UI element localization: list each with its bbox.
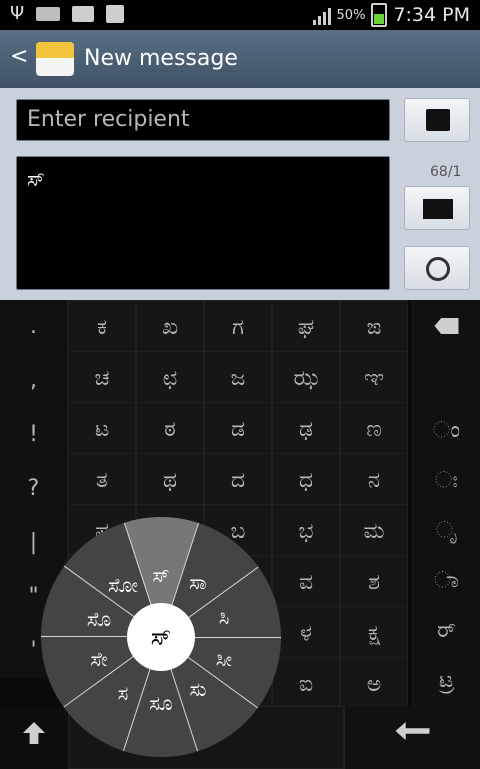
key-letter[interactable]: ಳ — [272, 606, 340, 658]
mail-icon — [72, 6, 94, 22]
key-letter[interactable]: ತ — [68, 453, 136, 505]
key-visarga[interactable]: ◌ಃ — [412, 454, 480, 504]
send-button[interactable] — [404, 186, 470, 230]
key-letter[interactable]: ಛ — [136, 351, 204, 403]
key-letter[interactable]: ಭ — [272, 504, 340, 556]
send-icon — [423, 199, 453, 219]
status-right: 50% 7:34 PM — [312, 3, 470, 27]
key-letter[interactable]: ಧ — [272, 453, 340, 505]
key-vowel-sign-aa[interactable]: ◌ಾ — [412, 554, 480, 604]
key-letter[interactable]: ಥ — [136, 453, 204, 505]
title-bar: < New message — [0, 30, 480, 88]
add-contact-button[interactable] — [404, 98, 470, 142]
status-bar: Ψ 50% 7:34 PM — [0, 0, 480, 30]
key-letter[interactable]: ಶ — [340, 555, 408, 607]
key-letter[interactable]: ಜ — [204, 351, 272, 403]
key-letter[interactable]: ವ — [272, 555, 340, 607]
wheel-option-7[interactable]: ಸ — [118, 681, 129, 705]
key-letter[interactable]: ಠ — [136, 402, 204, 454]
battery-percent: 50% — [336, 7, 366, 23]
key-comma[interactable]: , — [0, 354, 68, 408]
play-store-icon — [106, 5, 124, 23]
key-repha[interactable]: ರ್ — [412, 604, 480, 654]
key-letter[interactable]: ಞ — [340, 351, 408, 403]
wheel-option-9[interactable]: ಸೊ — [87, 607, 111, 631]
key-letter[interactable]: ಚ — [68, 351, 136, 403]
key-letter[interactable]: ಐ — [272, 657, 340, 709]
message-input[interactable]: ಸ್ — [16, 156, 390, 290]
key-letter[interactable]: ಢ — [272, 402, 340, 454]
key-letter[interactable]: ಖ — [136, 300, 204, 352]
key-tra[interactable]: ಟ್ರ — [412, 654, 480, 706]
key-letter[interactable]: ಙ — [340, 300, 408, 352]
key-letter[interactable]: ನ — [340, 453, 408, 505]
character-counter: 68/1 — [430, 164, 462, 180]
key-letter[interactable]: ಕ್ಷ — [340, 606, 408, 658]
enter-icon — [395, 722, 430, 740]
messages-app-icon[interactable] — [36, 42, 74, 76]
backspace-icon — [434, 318, 459, 334]
signal-icon — [312, 5, 331, 25]
key-letter[interactable]: ಣ — [340, 402, 408, 454]
wheel-option-6[interactable]: ಸೂ — [149, 691, 172, 715]
key-anusvara[interactable]: ◌ಂ — [412, 404, 480, 454]
keyboard-icon — [36, 7, 60, 21]
status-notifications: Ψ — [10, 5, 124, 23]
wheel-option-8[interactable]: ಸೇ — [90, 647, 107, 671]
key-letter[interactable]: ಮ — [340, 504, 408, 556]
key-letter[interactable]: ಡ — [204, 402, 272, 454]
key-letter[interactable]: ಘ — [272, 300, 340, 352]
wheel-option-1[interactable]: ಸ್ — [152, 563, 169, 587]
key-letter[interactable]: ಟ — [68, 402, 136, 454]
wheel-option-4[interactable]: ಸೀ — [216, 647, 232, 671]
key-letter[interactable]: ಗ — [204, 300, 272, 352]
page-title: New message — [84, 46, 238, 71]
shift-key[interactable] — [0, 706, 68, 769]
enter-key[interactable] — [344, 706, 480, 769]
recipient-input[interactable]: Enter recipient — [16, 99, 390, 141]
wheel-option-3[interactable]: ಸಿ — [219, 605, 230, 629]
key-period[interactable]: . — [0, 300, 68, 354]
contact-icon — [426, 109, 450, 131]
wheel-option-5[interactable]: ಸು — [190, 677, 207, 701]
key-letter[interactable]: ಅ — [340, 657, 408, 709]
wheel-option-2[interactable]: ಸಾ — [189, 570, 207, 594]
attach-button[interactable] — [404, 246, 470, 290]
shift-icon — [23, 722, 45, 744]
vowel-sign-wheel[interactable]: ಸ್ ಸಾ ಸಿ ಸೀ ಸು ಸೂ ಸ ಸೇ ಸೊ ಸೋ ಸ್ — [41, 517, 281, 757]
key-question[interactable]: ? — [0, 462, 68, 516]
usb-icon: Ψ — [10, 3, 25, 24]
key-letter[interactable]: ಝ — [272, 351, 340, 403]
key-letter[interactable]: ದ — [204, 453, 272, 505]
backspace-key[interactable] — [412, 300, 480, 404]
compose-area: Enter recipient ಸ್ 68/1 — [0, 88, 480, 300]
key-vowel-sign-r[interactable]: ◌ೃ — [412, 504, 480, 554]
paperclip-icon — [421, 252, 455, 286]
key-exclamation[interactable]: ! — [0, 408, 68, 462]
wheel-option-10[interactable]: ಸೋ — [108, 573, 138, 597]
clock: 7:34 PM — [393, 4, 470, 26]
key-pipe[interactable]: | — [0, 516, 68, 570]
key-letter[interactable]: ಕ — [68, 300, 136, 352]
wheel-center-key[interactable]: ಸ್ — [127, 603, 195, 671]
back-icon[interactable]: < — [10, 44, 28, 69]
battery-icon — [371, 3, 388, 27]
